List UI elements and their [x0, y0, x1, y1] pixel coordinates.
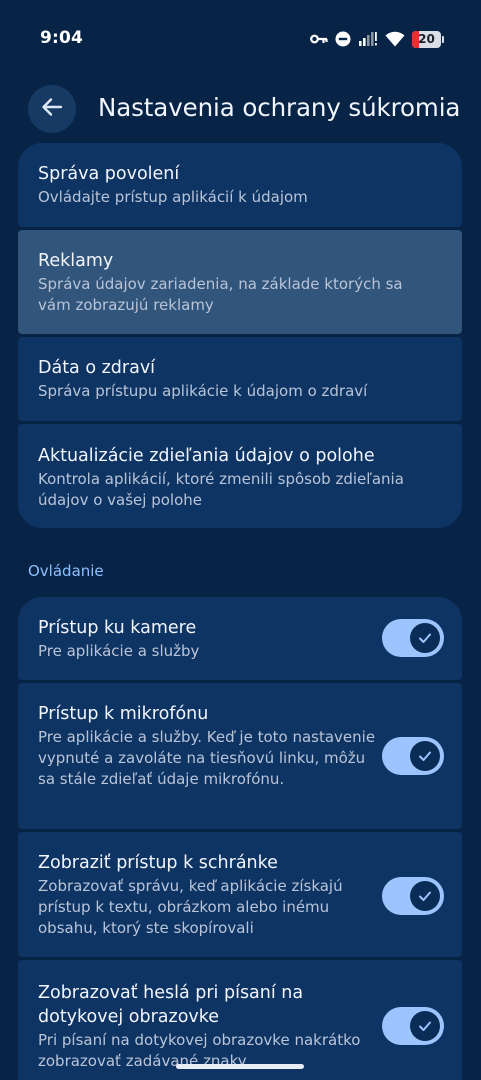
list-item-title: Správa povolení [38, 164, 180, 184]
arrow-back-icon [41, 96, 63, 122]
page-title: Nastavenia ochrany súkromia [98, 93, 461, 122]
vpn-key-icon [310, 33, 328, 45]
battery-level: 20 [418, 32, 435, 46]
list-item-health-data[interactable]: Dáta o zdraví Správa prístupu aplikácie … [18, 337, 462, 421]
home-indicator[interactable] [176, 1064, 304, 1069]
list-item-ads[interactable]: Reklamy Správa údajov zariadenia, na zák… [18, 230, 462, 334]
list-item-subtitle: Správa údajov zariadenia, na základe kto… [38, 275, 403, 314]
setting-subtitle: Pre aplikácie a služby. Keď je toto nast… [38, 728, 376, 788]
list-item-subtitle: Kontrola aplikácií, ktoré zmenili spôsob… [38, 470, 404, 509]
setting-subtitle: Zobrazovať správu, keď aplikácie získajú… [38, 877, 343, 937]
battery-icon: 20 [412, 30, 444, 48]
show-passwords-toggle[interactable] [382, 1007, 444, 1045]
list-item-title: Dáta o zdraví [38, 358, 156, 378]
camera-access-toggle[interactable] [382, 619, 444, 657]
cellular-signal-icon [358, 31, 378, 47]
clipboard-access-toggle[interactable] [382, 877, 444, 915]
setting-title-line2: dotykovej obrazovke [38, 1007, 220, 1027]
check-icon [410, 741, 440, 771]
back-button[interactable] [28, 85, 76, 133]
list-item-subtitle: Správa prístupu aplikácie k údajom o zdr… [38, 382, 368, 400]
screen: 9:04 20 Nastavenia ochrany súkromia Sprá… [0, 0, 481, 1080]
setting-title: Prístup k mikrofónu [38, 704, 209, 724]
list-item-subtitle: Ovládajte prístup aplikácií k údajom [38, 188, 308, 206]
section-header-controls: Ovládanie [28, 562, 104, 580]
do-not-disturb-icon [335, 31, 351, 47]
setting-camera-access[interactable]: Prístup ku kamere Pre aplikácie a služby [18, 597, 462, 680]
setting-show-passwords[interactable]: Zobrazovať heslá pri písaní na dotykovej… [18, 960, 462, 1080]
list-item-permission-manager[interactable]: Správa povolení Ovládajte prístup apliká… [18, 143, 462, 227]
status-time: 9:04 [40, 28, 84, 48]
status-bar: 9:04 20 [0, 0, 481, 78]
list-item-title: Aktualizácie zdieľania údajov o polohe [38, 446, 375, 466]
list-item-title: Reklamy [38, 251, 114, 271]
status-icons: 20 [310, 29, 444, 49]
setting-subtitle: Pre aplikácie a služby [38, 642, 200, 660]
wifi-icon [385, 31, 405, 47]
setting-title: Zobrazovať heslá pri písaní na [38, 983, 304, 1003]
setting-microphone-access[interactable]: Prístup k mikrofónu Pre aplikácie a služ… [18, 683, 462, 829]
setting-title: Prístup ku kamere [38, 618, 197, 638]
list-item-location-sharing-updates[interactable]: Aktualizácie zdieľania údajov o polohe K… [18, 424, 462, 528]
setting-title: Zobraziť prístup k schránke [38, 853, 278, 873]
check-icon [410, 881, 440, 911]
check-icon [410, 623, 440, 653]
setting-clipboard-access[interactable]: Zobraziť prístup k schránke Zobrazovať s… [18, 832, 462, 957]
microphone-access-toggle[interactable] [382, 737, 444, 775]
check-icon [410, 1011, 440, 1041]
